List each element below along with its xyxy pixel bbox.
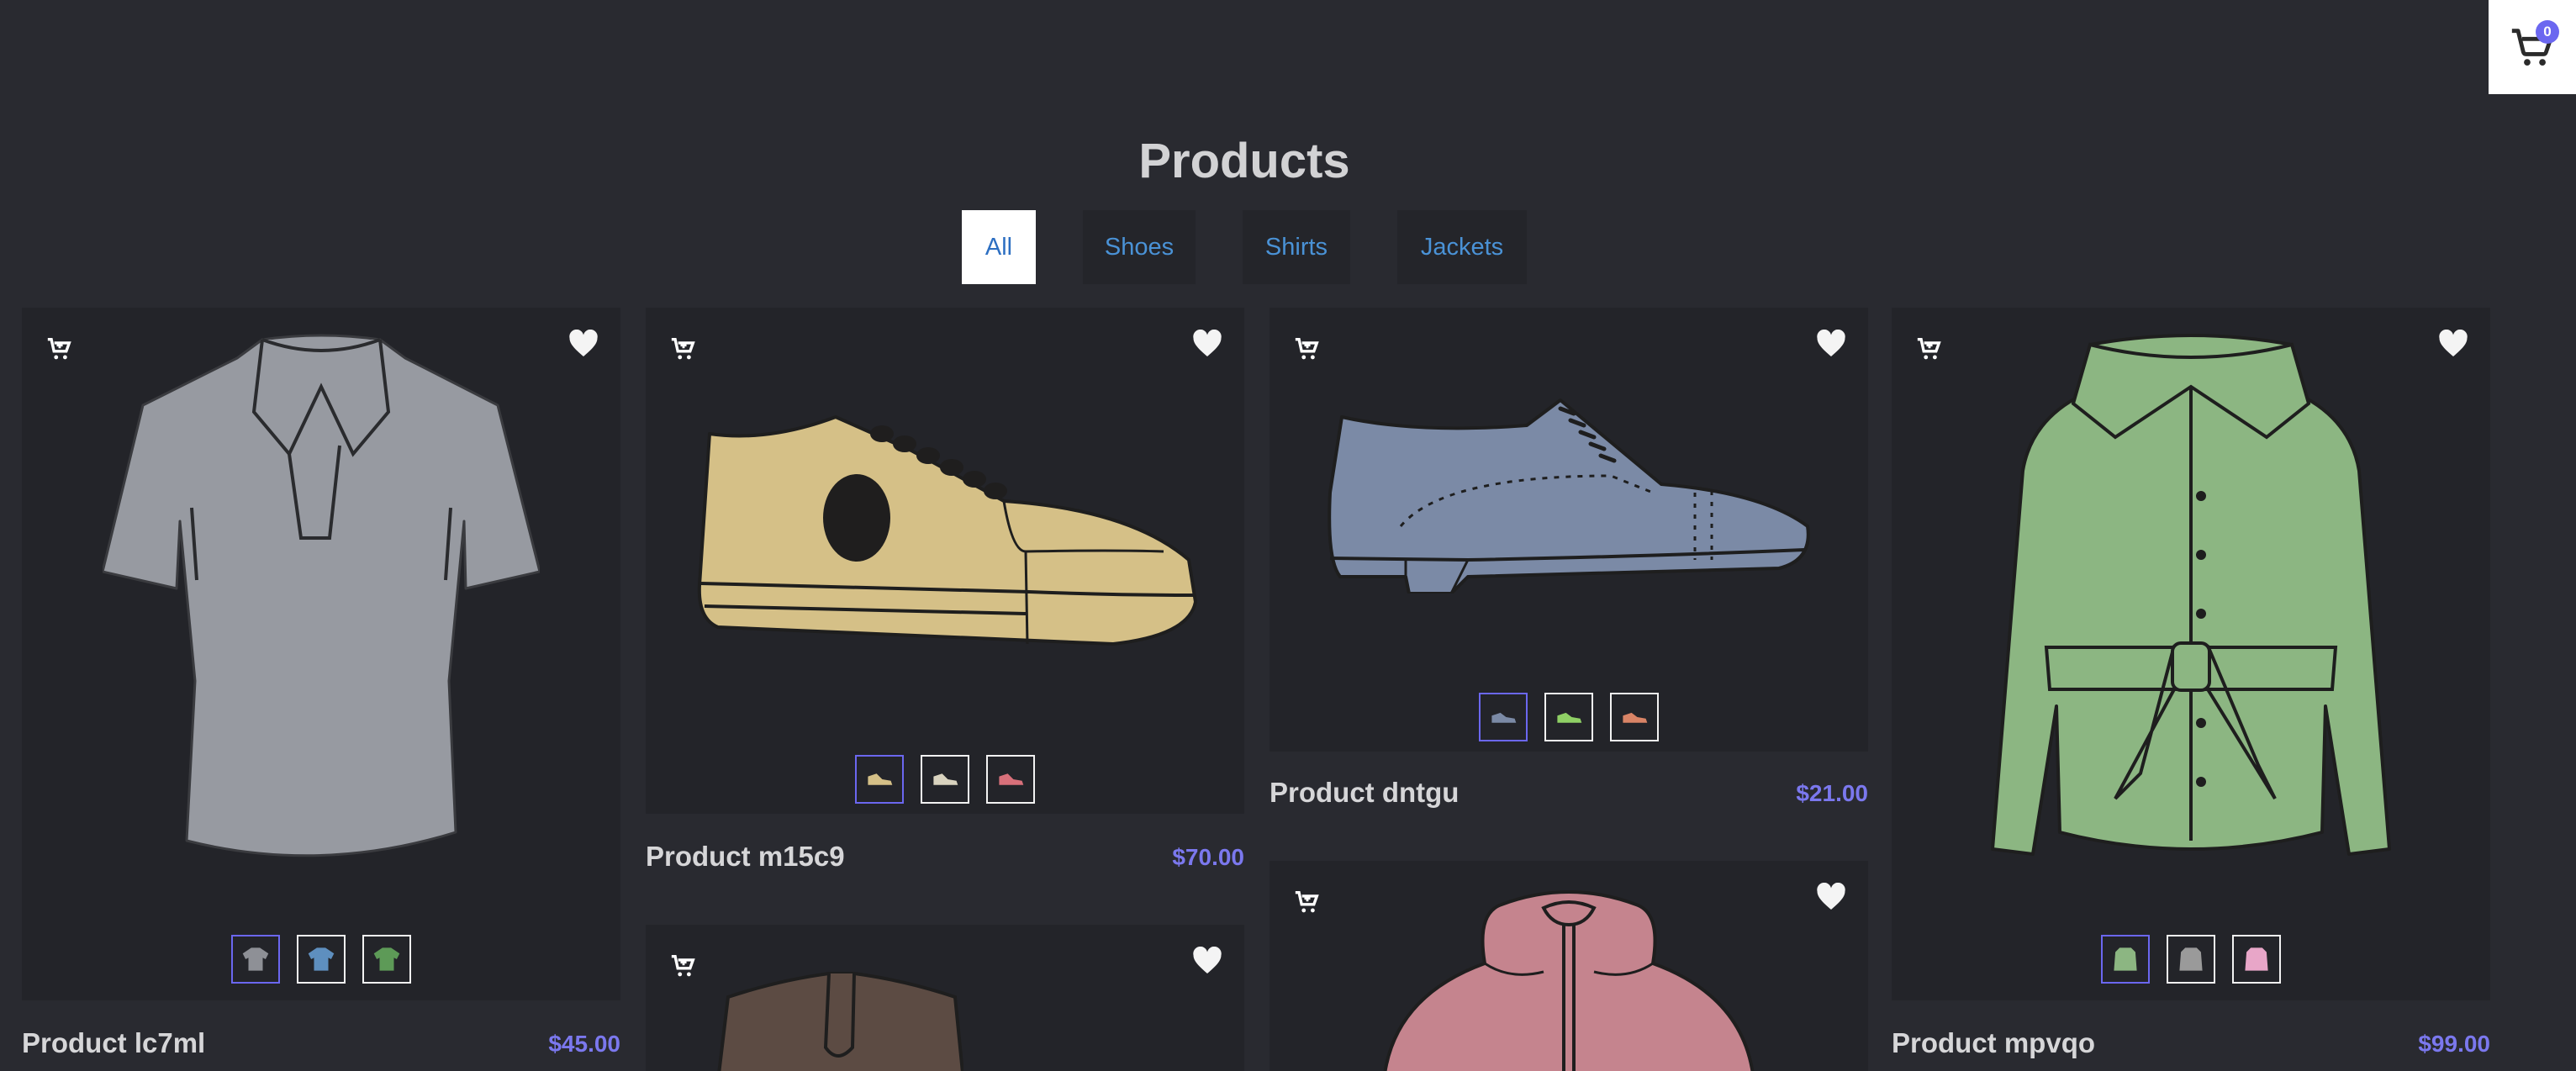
product-card[interactable] [1270,308,1868,752]
page-title: Products [1138,134,1350,188]
color-swatches [1270,693,1868,741]
product-info: Product lc7ml $45.00 [22,1027,620,1069]
color-swatches [22,935,620,984]
product-card[interactable] [1892,308,2490,1000]
cart-count-badge: 0 [2536,20,2559,44]
product-image-oxford [1270,392,1868,594]
product-name[interactable]: Product lc7ml [22,1027,205,1059]
color-swatch-pink[interactable] [2232,935,2281,984]
heart-icon[interactable] [1816,330,1846,358]
filter-jackets-button[interactable]: Jackets [1397,210,1527,284]
product-price: $45.00 [548,1031,620,1057]
filter-shirts-button[interactable]: Shirts [1243,210,1350,284]
product-name[interactable]: Product m15c9 [646,841,845,873]
product-price: $99.00 [2418,1031,2490,1057]
product-info: Product m15c9 $70.00 [646,841,1244,883]
product-card[interactable] [646,308,1244,814]
color-swatches [1892,935,2490,984]
product-image-pink-hoodie [1270,888,1868,1071]
color-swatch-lime[interactable] [1544,693,1593,741]
color-swatches [646,755,1244,804]
product-image-shirt [22,328,620,866]
product-card[interactable] [1270,861,1868,1071]
cart-plus-icon[interactable] [1293,335,1322,363]
product-price: $70.00 [1172,844,1244,870]
product-info: Product mpvqo $99.00 [1892,1027,2490,1069]
cart-button[interactable]: 0 [2489,0,2576,94]
color-swatch-green[interactable] [362,935,411,984]
color-swatch-green[interactable] [2101,935,2150,984]
product-image-sneaker [646,400,1244,652]
product-price: $21.00 [1796,780,1868,806]
product-image-brown-jacket [646,963,1244,1071]
product-card[interactable] [22,308,620,1000]
product-name[interactable]: Product mpvqo [1892,1027,2095,1059]
color-swatch-tan[interactable] [855,755,904,804]
color-swatch-red[interactable] [986,755,1035,804]
heart-icon[interactable] [1192,330,1222,358]
color-swatch-gray[interactable] [2167,935,2215,984]
product-card[interactable] [646,925,1244,1071]
color-swatch-slate[interactable] [1479,693,1528,741]
color-swatch-gray[interactable] [231,935,280,984]
category-filters: All Shoes Shirts Jackets [0,210,2489,284]
filter-all-button[interactable]: All [962,210,1036,284]
color-swatch-blue[interactable] [297,935,346,984]
product-image-jacket [1892,328,2490,874]
color-swatch-cream[interactable] [921,755,969,804]
cart-plus-icon[interactable] [669,335,698,363]
filter-shoes-button[interactable]: Shoes [1083,210,1196,284]
product-name[interactable]: Product dntgu [1270,777,1459,809]
color-swatch-orange[interactable] [1610,693,1659,741]
product-info: Product dntgu $21.00 [1270,777,1868,819]
